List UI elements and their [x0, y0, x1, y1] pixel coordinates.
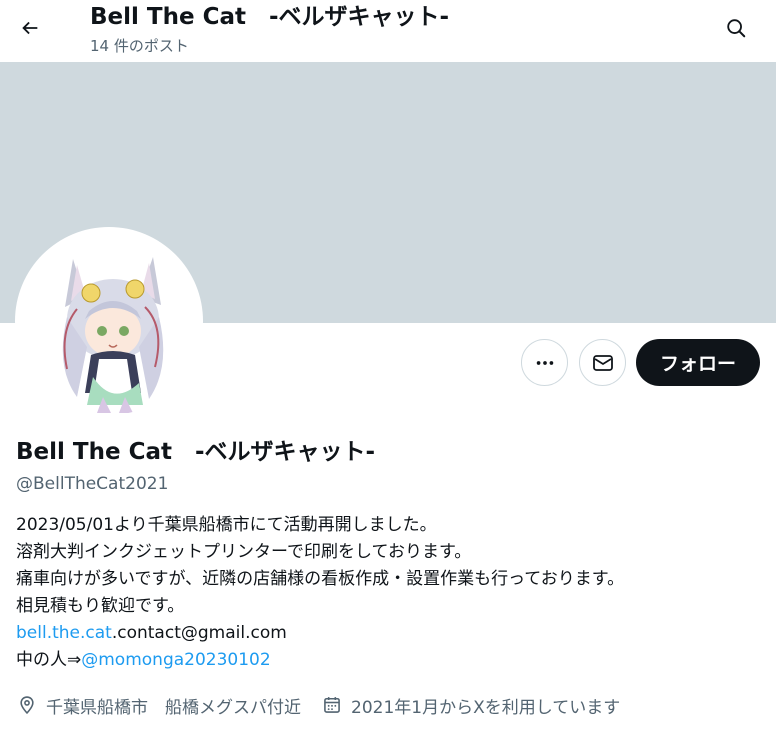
arrow-left-icon: [22, 21, 38, 35]
joined-text: 2021年1月からXを利用しています: [351, 697, 621, 718]
bio-line: 相見積もり歓迎です。: [16, 596, 185, 616]
avatar-illustration: [62, 257, 164, 413]
bio-email-line: bell.the.cat.contact@gmail.com: [16, 620, 766, 647]
bio-line: 溶剤大判インクジェットプリンターで印刷をしております。: [16, 542, 472, 562]
calendar-icon: [321, 694, 343, 716]
profile-location: 千葉県船橋市 船橋メグスパ付近: [16, 693, 301, 718]
profile-bio: 2023/05/01より千葉県船橋市にて活動再開しました。 溶剤大判インクジェッ…: [16, 512, 766, 674]
staff-prefix: 中の人⇒: [16, 650, 82, 670]
email-rest: .contact@gmail.com: [111, 623, 287, 643]
follow-button[interactable]: フォロー: [636, 339, 760, 386]
search-button[interactable]: [716, 8, 756, 48]
profile-handle: @BellTheCat2021: [16, 474, 169, 494]
email-link[interactable]: bell.the.cat: [16, 623, 112, 643]
staff-mention-link[interactable]: @momonga20230102: [81, 650, 270, 670]
more-icon: [536, 360, 553, 365]
bio-line: 痛車向けが多いですが、近隣の店舗様の看板作成・設置作業も行っております。: [16, 569, 625, 589]
header-title: Bell The Cat -ベルザキャット-: [90, 4, 450, 30]
location-pin-icon: [16, 694, 38, 716]
back-button[interactable]: [10, 8, 50, 48]
search-icon: [727, 19, 746, 38]
top-bar: Bell The Cat -ベルザキャット- 14 件のポスト: [0, 0, 776, 62]
location-text: 千葉県船橋市 船橋メグスパ付近: [46, 697, 301, 718]
bio-staff-line: 中の人⇒@momonga20230102: [16, 647, 766, 674]
bio-line: 2023/05/01より千葉県船橋市にて活動再開しました。: [16, 515, 437, 535]
avatar[interactable]: [15, 227, 203, 415]
more-button[interactable]: [521, 339, 568, 386]
profile-joined: 2021年1月からXを利用しています: [321, 693, 620, 718]
profile-meta: 千葉県船橋市 船橋メグスパ付近 2021年1月からXを利用しています: [16, 690, 640, 720]
post-count: 14 件のポスト: [90, 37, 189, 55]
message-button[interactable]: [579, 339, 626, 386]
profile-display-name: Bell The Cat -ベルザキャット-: [16, 439, 376, 465]
mail-icon: [592, 354, 613, 371]
